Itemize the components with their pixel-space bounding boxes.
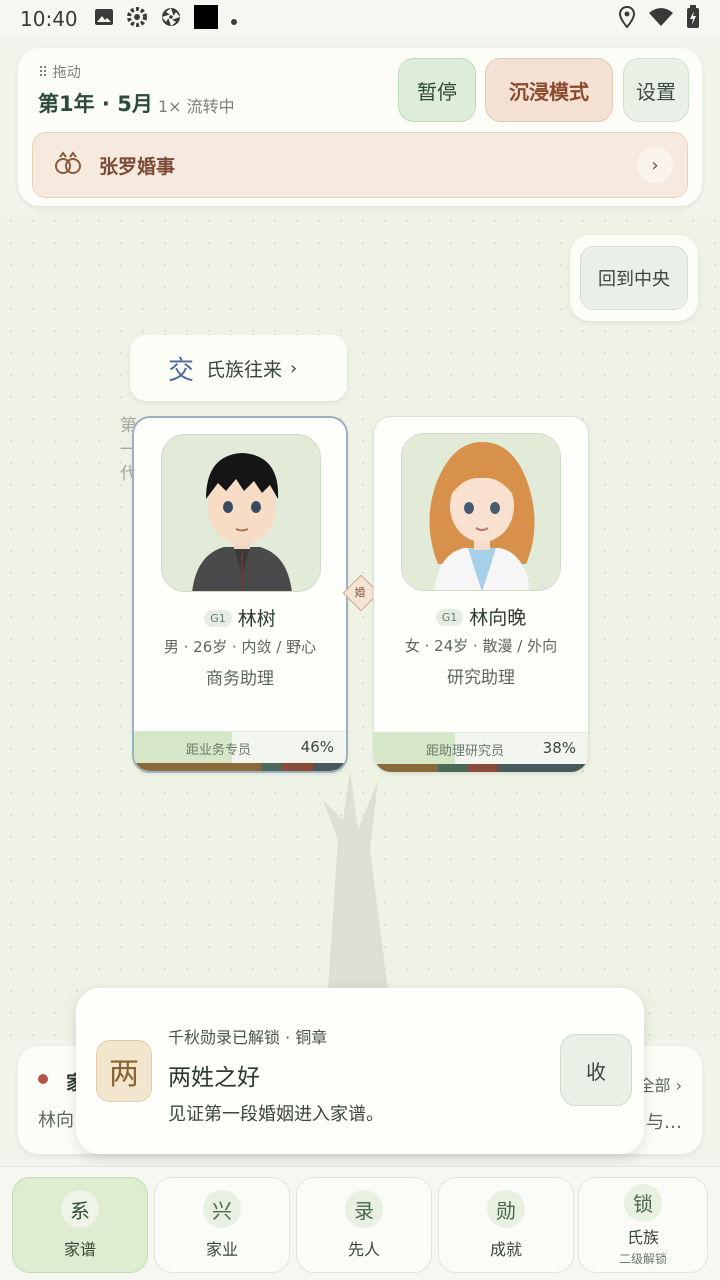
- top-control-panel: ⠿ 拖动 第1年 · 5月 1× 流转中 暂停 沉浸模式 设置 张罗婚事 ›: [18, 48, 702, 206]
- career-progress-bar: 距业务专员 46%: [134, 731, 346, 763]
- view-all-link[interactable]: 全部 ›: [639, 1072, 683, 1096]
- drag-handle[interactable]: ⠿ 拖动: [38, 62, 81, 82]
- person-card[interactable]: G1 林向晚 女 · 24岁 · 散漫 / 外向 研究助理 距助理研究员 38%: [373, 416, 589, 773]
- career-progress-percent: 46%: [300, 738, 334, 756]
- trait-color-stripe: [134, 763, 346, 771]
- chevron-right-icon[interactable]: ›: [637, 147, 673, 183]
- avatar: [401, 433, 561, 591]
- lock-icon: 锁: [624, 1183, 662, 1222]
- family-tree-icon: 系: [61, 1190, 99, 1228]
- return-center-button[interactable]: 回到中央: [580, 246, 688, 310]
- tab-family-tree[interactable]: 系 家谱: [12, 1177, 148, 1273]
- generation-badge: G1: [204, 610, 232, 627]
- tab-ancestors[interactable]: 录 先人: [296, 1177, 432, 1273]
- event-banner[interactable]: 张罗婚事 ›: [32, 132, 688, 198]
- return-center-button-wrapper: 回到中央: [570, 235, 698, 321]
- toast-title: 两姓之好: [168, 1065, 260, 1091]
- chevron-right-icon: ›: [290, 357, 298, 379]
- immerse-mode-button[interactable]: 沉浸模式: [485, 58, 613, 122]
- rings-icon: [53, 148, 83, 182]
- business-icon: 兴: [203, 1190, 241, 1228]
- year-month-label: 第1年 · 5月: [38, 92, 153, 116]
- avatar: [161, 434, 321, 592]
- family-card-more: 与…: [646, 1112, 682, 1133]
- tab-label: 成就: [489, 1240, 522, 1259]
- person-name-row: G1 林向晚: [374, 603, 588, 630]
- trait-color-stripe: [374, 764, 588, 772]
- family-card-subtitle: 林向: [38, 1110, 74, 1131]
- achievement-toast: 两 千秋勋录已解锁 · 铜章 两姓之好 见证第一段婚姻进入家谱。 收: [76, 988, 644, 1154]
- tab-family-business[interactable]: 兴 家业: [154, 1177, 290, 1273]
- tab-clan[interactable]: 锁 氏族 二级解锁: [578, 1177, 708, 1273]
- tab-label: 家业: [205, 1240, 238, 1259]
- tab-unlock-hint: 二级解锁: [618, 1251, 667, 1266]
- generation-badge: G1: [435, 609, 464, 626]
- person-traits: 男 · 26岁 · 内敛 / 野心: [163, 638, 317, 656]
- aperture-icon: [160, 6, 182, 33]
- achievement-badge-icon: 两: [96, 1040, 152, 1102]
- pause-button[interactable]: 暂停: [398, 58, 476, 122]
- battery-icon: [686, 4, 700, 34]
- wifi-icon: [648, 7, 674, 32]
- tab-label: 氏族: [626, 1227, 659, 1247]
- tab-label: 家谱: [63, 1240, 96, 1259]
- exchange-icon: 交: [168, 355, 195, 386]
- person-name: 林树: [237, 608, 276, 630]
- tree-trunk-decoration: [323, 770, 388, 990]
- location-icon: [618, 5, 636, 33]
- image-icon: [94, 7, 114, 32]
- status-time: 10:40: [20, 7, 78, 31]
- toast-description: 见证第一段婚姻进入家谱。: [168, 1104, 384, 1125]
- status-dot: [38, 1074, 48, 1084]
- collapse-toast-button[interactable]: 收: [560, 1034, 632, 1106]
- career-progress-label: 距业务专员: [186, 743, 252, 758]
- dot-icon: [230, 7, 238, 31]
- career-progress-bar: 距助理研究员 38%: [374, 732, 588, 764]
- career-progress-percent: 38%: [542, 739, 576, 757]
- event-title: 张罗婚事: [99, 155, 176, 178]
- settings-button[interactable]: 设置: [623, 58, 689, 122]
- person-name: 林向晚: [469, 607, 527, 629]
- career-progress-label: 距助理研究员: [426, 744, 505, 759]
- person-job: 研究助理: [447, 668, 515, 688]
- speed-status: 1× 流转中: [158, 97, 235, 116]
- status-bar: 10:40: [0, 0, 720, 38]
- tab-label: 先人: [347, 1240, 380, 1259]
- toast-kicker: 千秋勋录已解锁 · 铜章: [168, 1028, 328, 1047]
- person-job: 商务助理: [206, 669, 274, 689]
- tab-achievements[interactable]: 勋 成就: [438, 1177, 574, 1273]
- person-name-row: G1 林树: [134, 604, 346, 631]
- gear-icon: [126, 6, 148, 33]
- marriage-glyph: 婚: [354, 585, 366, 599]
- person-traits: 女 · 24岁 · 散漫 / 外向: [404, 637, 558, 655]
- record-icon: 录: [345, 1190, 383, 1228]
- bottom-tab-bar: 系 家谱 兴 家业 录 先人 勋 成就 锁 氏族 二级解锁: [0, 1166, 720, 1280]
- person-card[interactable]: G1 林树 男 · 26岁 · 内敛 / 野心 商务助理 距业务专员 46%: [132, 416, 348, 773]
- clan-relations-button[interactable]: 交 氏族往来 ›: [130, 335, 347, 401]
- black-square-icon: [193, 4, 218, 34]
- medal-icon: 勋: [487, 1190, 525, 1228]
- clan-relations-label: 氏族往来: [206, 358, 283, 381]
